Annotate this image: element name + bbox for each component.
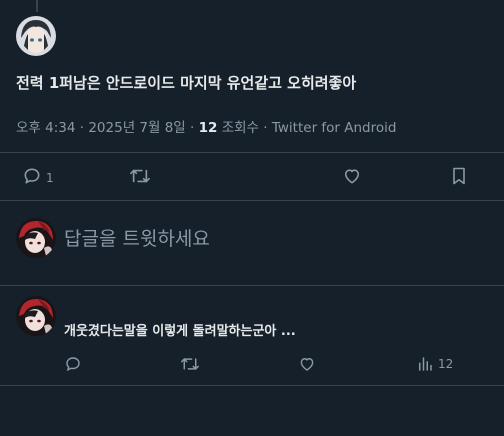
- like-button[interactable]: [342, 166, 362, 186]
- reply-reply-button[interactable]: [64, 355, 82, 373]
- tweet-time[interactable]: 오후 4:34: [16, 120, 75, 136]
- meta-separator: ·: [190, 120, 199, 136]
- retweet-button[interactable]: [129, 166, 151, 186]
- meta-separator: ·: [263, 120, 272, 136]
- tweet-meta: 오후 4:34 · 2025년 7월 8일 · 12 조회수 · Twitter…: [16, 116, 396, 136]
- bookmark-button[interactable]: [450, 166, 468, 186]
- reply-input[interactable]: 답글을 트윗하세요: [64, 224, 210, 251]
- reply-count: 1: [46, 171, 54, 185]
- reply-button[interactable]: 1: [22, 166, 54, 186]
- thread-connector-line: [36, 0, 38, 12]
- tweet-source[interactable]: Twitter for Android: [272, 120, 397, 136]
- divider: [0, 285, 504, 286]
- retweet-icon: [129, 166, 151, 186]
- reply-tweet-text: 개웃겼다는말을 이렇게 돌려말하는군아 ...: [64, 324, 296, 339]
- divider: [0, 385, 504, 386]
- current-user-avatar: [16, 218, 56, 258]
- reply-icon: [64, 355, 82, 373]
- reply-analytics-button[interactable]: 12: [416, 355, 453, 373]
- views-count: 12: [198, 120, 218, 136]
- reply-like-button[interactable]: [298, 355, 316, 373]
- analytics-count: 12: [438, 357, 454, 371]
- reply-retweet-button[interactable]: [180, 355, 200, 373]
- divider: [0, 200, 504, 201]
- bookmark-icon: [450, 166, 468, 186]
- heart-icon: [298, 355, 316, 373]
- reply-icon: [22, 166, 42, 186]
- reply-author-avatar[interactable]: [16, 296, 56, 336]
- author-avatar[interactable]: [16, 16, 56, 56]
- divider: [0, 152, 504, 153]
- analytics-icon: [416, 355, 434, 373]
- heart-icon: [342, 166, 362, 186]
- retweet-icon: [180, 355, 200, 373]
- tweet-text: 전력 1퍼남은 안드로이드 마지막 유언같고 오히려좋아: [16, 74, 357, 92]
- views-label: 조회수: [221, 120, 259, 136]
- tweet-date[interactable]: 2025년 7월 8일: [88, 120, 185, 136]
